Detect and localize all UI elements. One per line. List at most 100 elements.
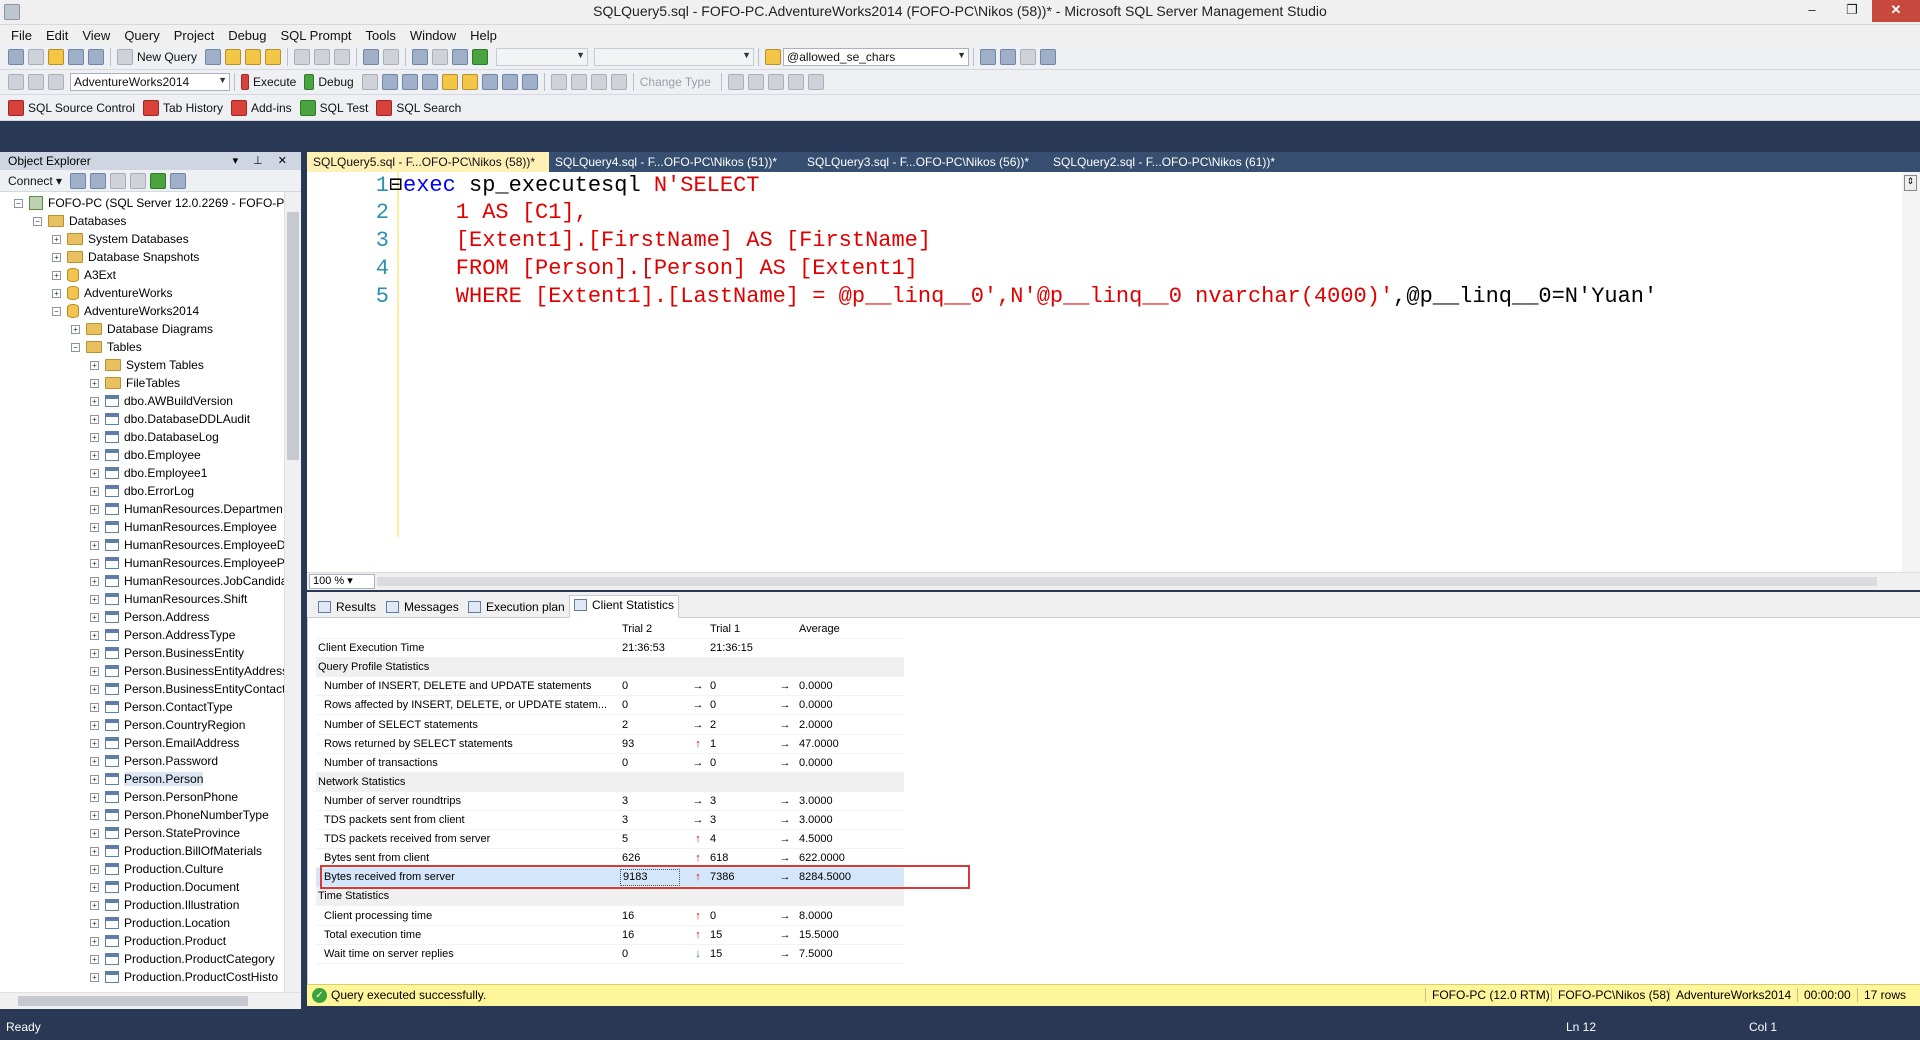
statistics-row[interactable]: Total execution time 16 ↑ 15 → 15.5000 <box>316 925 904 945</box>
cut-icon[interactable] <box>294 49 311 65</box>
tree-node[interactable]: + Person.PersonPhone <box>90 788 238 806</box>
tree-node[interactable]: + FileTables <box>90 374 180 392</box>
tree-node[interactable]: + Person.ContactType <box>90 698 233 716</box>
find-icon[interactable] <box>765 49 782 65</box>
code-line[interactable]: 5 WHERE [Extent1].[LastName] = @p__linq_… <box>307 284 1657 312</box>
navigate-backward-icon[interactable] <box>412 49 429 65</box>
zoom-dropdown[interactable]: 100 % ▾ <box>309 574 375 589</box>
query-editor[interactable]: 1⊟exec sp_executesql N'SELECT 2 1 AS [C1]… <box>307 172 1920 572</box>
tree-node[interactable]: + AdventureWorks <box>52 284 172 302</box>
connect-dropdown-button[interactable]: Connect ▾ <box>8 174 62 188</box>
tree-node[interactable]: + dbo.AWBuildVersion <box>90 392 233 410</box>
object-explorer-icon[interactable] <box>1000 49 1017 65</box>
include-actual-plan-icon[interactable] <box>441 74 458 90</box>
tree-node[interactable]: + Database Snapshots <box>52 248 199 266</box>
sql-test-icon[interactable] <box>299 99 316 116</box>
redo-icon[interactable] <box>383 49 400 65</box>
column-header[interactable]: Trial 2 <box>622 620 682 639</box>
format-icon[interactable] <box>807 74 824 90</box>
tree-node[interactable]: + Database Diagrams <box>71 320 213 338</box>
expand-icon[interactable]: + <box>52 252 61 262</box>
tab-sqlquery4[interactable]: SQLQuery4.sql - F...OFO-PC\Nikos (51))* <box>549 152 795 172</box>
filter-icon[interactable] <box>130 172 147 189</box>
expand-icon[interactable]: + <box>90 630 99 640</box>
tree-node[interactable]: + Production.Document <box>90 878 239 896</box>
statistics-row[interactable]: Number of INSERT, DELETE and UPDATE stat… <box>316 677 904 697</box>
results-to-text-icon[interactable] <box>481 74 498 90</box>
statistics-row[interactable]: TDS packets received from server 5 ↑ 4 → 4.50… <box>316 830 904 850</box>
tab-execution-plan[interactable]: Execution plan <box>463 597 570 617</box>
expand-icon[interactable]: + <box>90 666 99 676</box>
disconnect-object-explorer-icon[interactable] <box>90 172 107 189</box>
collapse-all-icon[interactable] <box>170 172 187 189</box>
expand-icon[interactable]: + <box>90 918 99 928</box>
results-to-file-icon[interactable] <box>521 74 538 90</box>
statistics-row[interactable]: Client processing time 16 ↑ 0 → 8.0000 <box>316 906 904 926</box>
add-item-icon[interactable] <box>28 49 44 65</box>
tree-node[interactable]: + Production.Product <box>90 932 226 950</box>
show-pane-icon[interactable] <box>787 74 804 90</box>
expand-icon[interactable]: + <box>90 540 99 550</box>
tree-node[interactable]: + Production.Illustration <box>90 896 239 914</box>
tree-node[interactable]: + Person.EmailAddress <box>90 734 239 752</box>
editor-vertical-scrollbar[interactable]: ⇕ <box>1902 172 1920 572</box>
tree-node[interactable]: + Person.StateProvince <box>90 824 240 842</box>
tree-node[interactable]: + System Tables <box>90 356 204 374</box>
code-line[interactable]: 1⊟exec sp_executesql N'SELECT <box>307 172 760 200</box>
expand-icon[interactable]: + <box>90 522 99 532</box>
addins-button[interactable]: Add-ins <box>251 101 292 115</box>
tree-node[interactable]: + HumanResources.EmployeeP <box>90 554 284 572</box>
tree-node[interactable]: + HumanResources.Employee <box>90 518 277 536</box>
statistics-row[interactable]: TDS packets sent from client 3 → 3 → 3.0000 <box>316 811 904 830</box>
sql-test-button[interactable]: SQL Test <box>320 101 369 115</box>
xmla-query-icon[interactable] <box>265 49 282 65</box>
code-line[interactable]: 3 [Extent1].[FirstName] AS [FirstName] <box>307 228 931 256</box>
pin-icon[interactable]: ▾ ⊥ ✕ <box>233 152 293 170</box>
tree-node[interactable]: + dbo.DatabaseLog <box>90 428 219 446</box>
tree-node[interactable]: + dbo.Employee1 <box>90 464 207 482</box>
collapse-icon[interactable]: − <box>14 198 23 208</box>
display-estimated-plan-icon[interactable] <box>401 74 418 90</box>
sql-source-control-button[interactable]: SQL Source Control <box>28 101 135 115</box>
menu-view[interactable]: View <box>75 28 117 43</box>
statistics-row[interactable]: Rows affected by INSERT, DELETE, or UPDA… <box>316 696 904 716</box>
expand-icon[interactable]: + <box>52 288 61 298</box>
navigate-forward-icon[interactable] <box>432 49 449 65</box>
tree-node[interactable]: + Person.PhoneNumberType <box>90 806 269 824</box>
undo-icon[interactable] <box>363 49 380 65</box>
tree-node[interactable]: + Person.BusinessEntityContact <box>90 680 284 698</box>
menu-sql-prompt[interactable]: SQL Prompt <box>274 28 359 43</box>
statistics-row[interactable]: Number of transactions 0 → 0 → 0.0000 <box>316 753 904 773</box>
tree-node[interactable]: + HumanResources.Departmen <box>90 500 283 518</box>
collapse-icon[interactable]: − <box>33 216 42 226</box>
change-type-button[interactable]: Change Type <box>640 75 711 89</box>
collapse-icon[interactable]: − <box>71 342 80 352</box>
solution-config-dropdown[interactable]: ▼ <box>496 48 589 66</box>
comment-icon[interactable] <box>550 74 567 90</box>
change-connection-icon[interactable] <box>48 74 64 90</box>
menu-help[interactable]: Help <box>463 28 504 43</box>
source-control-icon[interactable] <box>8 99 24 116</box>
cancel-query-icon[interactable] <box>361 74 378 90</box>
statistics-row[interactable]: Number of server roundtrips 3 → 3 → 3.0000 <box>316 791 904 811</box>
expand-icon[interactable]: + <box>90 972 99 982</box>
tree-node[interactable]: + Production.ProductCategory <box>90 950 275 968</box>
tree-node[interactable]: + Production.ProductCostHisto <box>90 968 278 986</box>
expand-icon[interactable]: + <box>90 396 99 406</box>
tree-node[interactable]: + A3Ext <box>52 266 116 284</box>
solution-platform-dropdown[interactable]: ▼ <box>594 48 755 66</box>
registered-servers-icon[interactable] <box>980 49 997 65</box>
new-query-button[interactable]: New Query <box>137 50 197 64</box>
expand-icon[interactable]: + <box>52 234 61 244</box>
column-header[interactable]: Average <box>799 620 899 639</box>
expand-icon[interactable]: + <box>90 954 99 964</box>
query-options-icon[interactable] <box>421 74 438 90</box>
minimize-button[interactable]: – <box>1792 0 1832 22</box>
statistics-row[interactable]: Wait time on server replies 0 ↓ 15 → 7.5000 <box>316 944 904 964</box>
tab-messages[interactable]: Messages <box>381 597 464 617</box>
properties-icon[interactable] <box>1020 49 1037 65</box>
tab-history-icon[interactable] <box>142 99 159 116</box>
expand-icon[interactable]: + <box>90 792 99 802</box>
tab-sqlquery3[interactable]: SQLQuery3.sql - F...OFO-PC\Nikos (56))* <box>801 152 1047 172</box>
tree-node[interactable]: + Person.AddressType <box>90 626 235 644</box>
